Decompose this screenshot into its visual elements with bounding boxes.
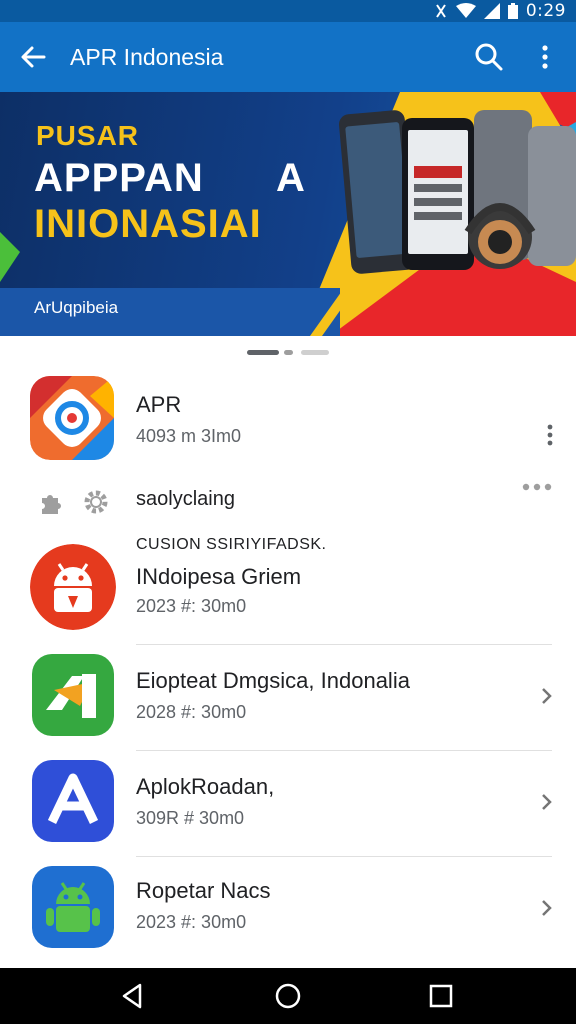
list-item[interactable]: INdoipesa Griem 2023 #: 30m0 bbox=[0, 544, 576, 645]
divider bbox=[136, 750, 552, 751]
banner-heading-suffix: A bbox=[276, 156, 305, 200]
banner-heading-main: APPPAN bbox=[34, 156, 204, 200]
banner-subtitle: ArUqpibeia bbox=[34, 298, 119, 317]
app-subtitle: 4093 m 3Im0 bbox=[136, 426, 242, 446]
chevron-right-icon[interactable] bbox=[540, 898, 554, 918]
search-icon[interactable] bbox=[474, 42, 504, 72]
status-icons: 0:29 bbox=[434, 0, 566, 22]
banner-heading-accent: INIONASIAI bbox=[34, 202, 262, 246]
indicator-active[interactable] bbox=[247, 350, 279, 355]
divider bbox=[136, 644, 552, 645]
more-vert-icon[interactable] bbox=[530, 42, 560, 72]
app-title: INdoipesa Griem bbox=[136, 564, 302, 589]
arrow-left-icon[interactable] bbox=[18, 42, 48, 72]
triangle-back-icon[interactable] bbox=[118, 981, 148, 1011]
wifi-icon bbox=[455, 3, 476, 18]
circle-home-icon[interactable] bbox=[273, 981, 303, 1011]
status-time: 0:29 bbox=[525, 1, 566, 21]
settings-row[interactable]: saolyclaing bbox=[0, 480, 576, 520]
list-item[interactable]: Eiopteat Dmgsica, Indonalia 2028 #: 30m0 bbox=[0, 650, 576, 751]
promo-banner[interactable]: PUSAR APPPAN A INIONASIAI ArUqpibeia bbox=[0, 92, 576, 336]
puzzle-icon bbox=[42, 495, 61, 514]
app-icon-blue-a bbox=[32, 760, 114, 842]
app-bar: APR Indonesia bbox=[0, 22, 576, 92]
list-item[interactable]: Ropetar Nacs 2023 #: 30m0 bbox=[0, 862, 576, 962]
app-title: AplokRoadan, bbox=[136, 774, 275, 799]
app-title: APR bbox=[136, 392, 182, 417]
app-icon-green bbox=[32, 654, 114, 736]
page-title: APR Indonesia bbox=[70, 44, 224, 70]
battery-icon bbox=[507, 3, 518, 19]
banner-heading-small: PUSAR bbox=[36, 120, 140, 151]
chevron-right-icon[interactable] bbox=[540, 792, 554, 812]
indicator-dot[interactable] bbox=[284, 350, 293, 355]
app-icon-apr bbox=[30, 376, 114, 460]
settings-label: saolyclaing bbox=[136, 488, 235, 510]
app-subtitle: 309R # 30m0 bbox=[136, 808, 245, 828]
app-subtitle: 2023 #: 30m0 bbox=[136, 912, 247, 932]
more-horiz-icon[interactable] bbox=[522, 482, 552, 492]
indicator-dot[interactable] bbox=[301, 350, 329, 355]
square-recents-icon[interactable] bbox=[426, 981, 456, 1011]
phone-illustration bbox=[338, 110, 576, 274]
divider bbox=[136, 856, 552, 857]
app-subtitle: 2023 #: 30m0 bbox=[136, 596, 247, 616]
vibrate-icon bbox=[435, 4, 446, 18]
chevron-right-icon[interactable] bbox=[540, 686, 554, 706]
app-subtitle: 2028 #: 30m0 bbox=[136, 702, 247, 722]
status-bar: 0:29 bbox=[0, 0, 576, 22]
system-nav-bar bbox=[0, 968, 576, 1024]
gear-icon bbox=[84, 490, 108, 514]
android-robot-icon bbox=[32, 866, 114, 948]
more-vert-icon[interactable] bbox=[546, 424, 554, 446]
android-app-icon bbox=[30, 544, 116, 630]
signal-icon bbox=[483, 3, 500, 19]
list-item-featured[interactable]: APR 4093 m 3Im0 bbox=[0, 376, 576, 476]
app-title: Ropetar Nacs bbox=[136, 878, 271, 903]
app-title: Eiopteat Dmgsica, Indonalia bbox=[136, 668, 410, 693]
list-item[interactable]: AplokRoadan, 309R # 30m0 bbox=[0, 756, 576, 857]
carousel-indicator bbox=[0, 350, 576, 358]
